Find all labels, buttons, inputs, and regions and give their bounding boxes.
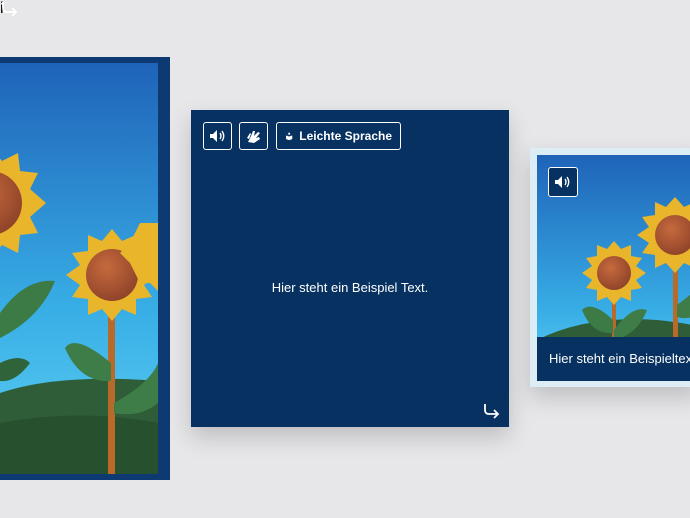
flip-arrow-icon: [484, 404, 500, 419]
card-caption: Hier steht ein Beispieltext.: [537, 337, 690, 381]
speaker-icon: [209, 130, 224, 142]
middle-card: Leichte Sprache Hier steht ein Beispiel …: [191, 110, 509, 427]
flip-card-button[interactable]: [0, 0, 20, 23]
flip-arrow-icon: [2, 2, 18, 17]
sign-language-hands-icon: [246, 131, 260, 143]
audio-button[interactable]: [548, 167, 578, 197]
speaker-icon: [555, 176, 570, 188]
easy-language-button[interactable]: Leichte Sprache: [276, 122, 401, 150]
left-card[interactable]: [0, 57, 170, 480]
easy-language-book-icon: [286, 132, 293, 141]
sunflower-illustration: [0, 63, 158, 474]
card-body-text: Hier steht ein Beispiel Text.: [271, 280, 429, 295]
easy-language-label: Leichte Sprache: [299, 129, 392, 143]
audio-button[interactable]: [203, 122, 232, 150]
sign-language-button[interactable]: [239, 122, 268, 150]
flip-card-button[interactable]: [481, 400, 503, 422]
